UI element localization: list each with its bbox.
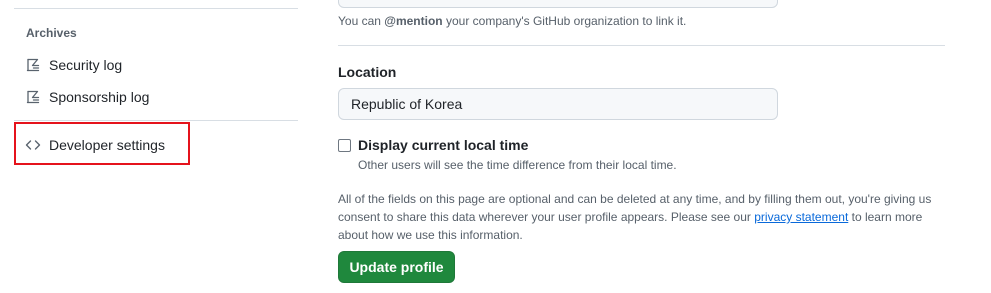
log-icon — [25, 89, 41, 105]
sidebar-item-sponsorship-log[interactable]: Sponsorship log — [14, 82, 298, 112]
profile-form: You can @mention your company's GitHub o… — [338, 0, 946, 293]
location-label: Location — [338, 64, 397, 80]
local-time-row: Display current local time — [338, 137, 528, 153]
update-profile-button[interactable]: Update profile — [338, 251, 455, 283]
local-time-checkbox[interactable] — [338, 138, 351, 152]
sidebar-item-security-log[interactable]: Security log — [14, 50, 298, 80]
sidebar-item-label: Sponsorship log — [49, 89, 150, 105]
sidebar-divider — [14, 8, 298, 9]
sidebar-heading-archives: Archives — [26, 26, 77, 40]
local-time-label[interactable]: Display current local time — [358, 137, 528, 153]
privacy-statement-link[interactable]: privacy statement — [754, 210, 848, 224]
log-icon — [25, 57, 41, 73]
sidebar-item-label: Security log — [49, 57, 123, 73]
settings-sidebar: Archives Security log Sponsorship log De… — [0, 0, 300, 293]
local-time-note: Other users will see the time difference… — [358, 158, 677, 172]
privacy-notice: All of the fields on this page are optio… — [338, 190, 946, 244]
highlight-box — [14, 122, 190, 165]
company-hint-suffix: your company's GitHub organization to li… — [442, 14, 687, 28]
section-divider — [338, 45, 945, 46]
company-input[interactable] — [338, 0, 778, 8]
sidebar-divider — [14, 120, 298, 121]
company-hint-prefix: You can — [338, 14, 385, 28]
company-hint-mention: @mention — [384, 14, 443, 28]
location-input[interactable] — [338, 88, 778, 120]
company-hint: You can @mention your company's GitHub o… — [338, 14, 686, 28]
